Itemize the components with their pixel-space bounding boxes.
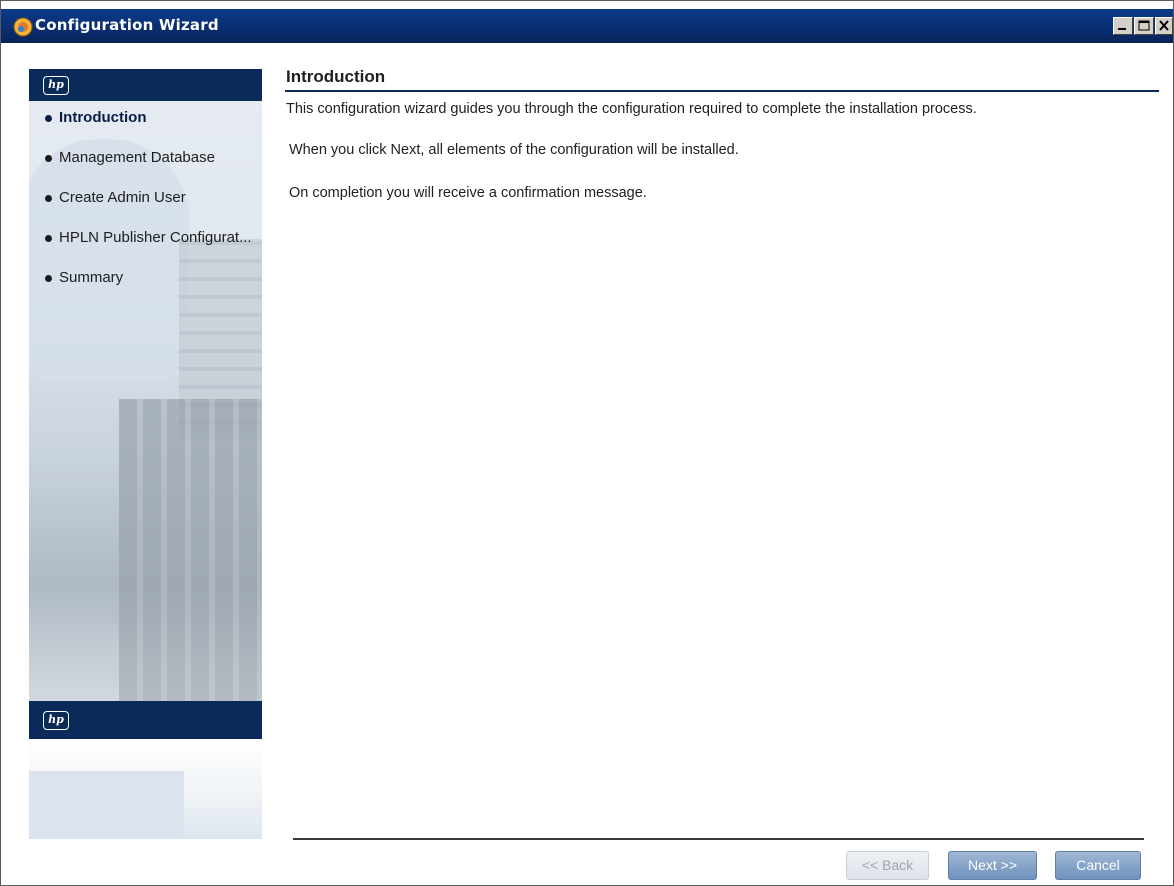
button-bar-divider [293, 838, 1144, 840]
hp-logo: hp [43, 76, 69, 95]
next-info-paragraph: When you click Next, all elements of the… [289, 142, 739, 158]
bullet-icon [45, 115, 52, 122]
close-button[interactable] [1155, 17, 1173, 35]
maximize-icon [1138, 20, 1150, 31]
step-label: Summary [59, 269, 124, 286]
wizard-sidebar: hp Introduction Management Database Crea… [29, 69, 262, 849]
minimize-button[interactable] [1113, 17, 1133, 35]
intro-paragraph: This configuration wizard guides you thr… [286, 101, 977, 117]
wizard-window: Configuration Wizard hp Introduction Man… [0, 0, 1174, 886]
step-hpln-publisher-configuration[interactable]: HPLN Publisher Configurat... [43, 229, 252, 269]
minimize-icon [1118, 28, 1126, 30]
step-introduction[interactable]: Introduction [43, 109, 252, 149]
wizard-content: Introduction This configuration wizard g… [285, 61, 1161, 881]
bullet-icon [45, 235, 52, 242]
wizard-steps-list: Introduction Management Database Create … [43, 109, 252, 309]
step-management-database[interactable]: Management Database [43, 149, 252, 189]
hp-logo: hp [43, 711, 69, 730]
cancel-button[interactable]: Cancel [1055, 851, 1141, 880]
bullet-icon [45, 155, 52, 162]
sidebar-footer-image [29, 739, 262, 839]
sidebar-header-bar: hp [29, 69, 262, 101]
back-button[interactable]: << Back [846, 851, 929, 880]
next-button[interactable]: Next >> [948, 851, 1037, 880]
bullet-icon [45, 195, 52, 202]
bullet-icon [45, 275, 52, 282]
step-create-admin-user[interactable]: Create Admin User [43, 189, 252, 229]
step-summary[interactable]: Summary [43, 269, 252, 309]
step-label: HPLN Publisher Configurat... [59, 229, 252, 246]
window-title: Configuration Wizard [35, 16, 219, 34]
page-title: Introduction [286, 67, 386, 86]
step-label: Create Admin User [59, 189, 186, 206]
title-bar[interactable]: Configuration Wizard [1, 9, 1173, 43]
sidebar-footer-bar: hp [29, 701, 262, 739]
completion-info-paragraph: On completion you will receive a confirm… [289, 185, 647, 201]
step-label: Management Database [59, 149, 215, 166]
step-label: Introduction [59, 109, 147, 126]
maximize-button[interactable] [1134, 17, 1154, 35]
app-icon [13, 17, 33, 37]
title-divider [285, 90, 1159, 92]
close-icon [1159, 20, 1169, 31]
